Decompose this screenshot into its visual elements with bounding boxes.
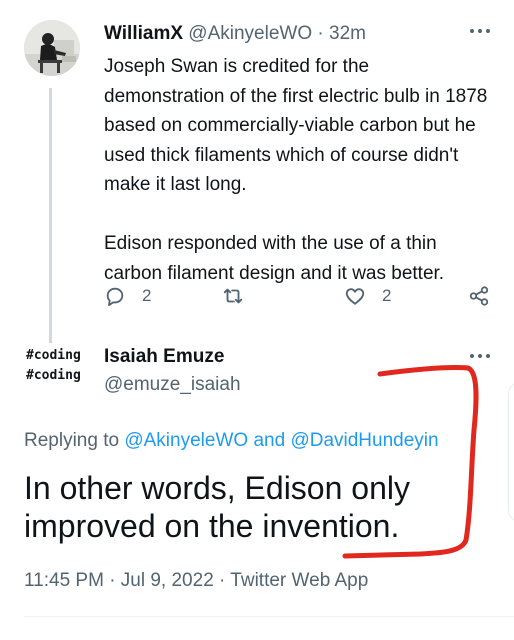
display-name[interactable]: Isaiah Emuze	[104, 344, 224, 370]
avatar[interactable]: #coding #coding	[26, 346, 92, 390]
user-handle[interactable]: @AkinyeleWO	[188, 23, 312, 44]
separator-dot: ·	[317, 23, 324, 44]
retweet-icon	[223, 288, 243, 304]
divider	[24, 616, 514, 617]
reply-to-link[interactable]: @AkinyeleWO	[124, 430, 248, 451]
reply-to-link[interactable]: @DavidHundeyin	[290, 430, 438, 451]
avatar-text: #coding	[26, 368, 81, 383]
reply-icon	[106, 287, 124, 307]
tweet-actions: 2 2	[104, 284, 494, 308]
more-icon[interactable]	[468, 351, 492, 361]
avatar-text: #coding	[26, 348, 81, 363]
thread-connector-line	[49, 88, 52, 343]
user-photo-avatar	[24, 20, 80, 76]
tweet-text: Joseph Swan is credited for the demonstr…	[104, 52, 494, 288]
tweet-meta[interactable]: 11:45 PM · Jul 9, 2022 · Twitter Web App	[24, 568, 368, 594]
display-name[interactable]: WilliamX	[104, 23, 183, 44]
tweet-paragraph: Joseph Swan is credited for the demonstr…	[104, 56, 488, 195]
more-icon[interactable]	[468, 26, 492, 36]
reply-and: and	[253, 430, 286, 451]
avatar[interactable]	[24, 20, 80, 76]
user-handle[interactable]: @emuze_isaiah	[104, 372, 241, 398]
like-count: 2	[382, 286, 392, 305]
like-icon	[345, 288, 365, 305]
replying-prefix: Replying to	[24, 430, 120, 451]
share-button[interactable]	[468, 284, 490, 308]
tweet-text: In other words, Edison only improved on …	[24, 470, 410, 544]
reply-count: 2	[142, 286, 152, 305]
share-icon	[469, 286, 489, 306]
retweet-button[interactable]	[222, 284, 244, 308]
tweet-header: WilliamX @AkinyeleWO · 32m	[104, 21, 366, 47]
replying-to: Replying to @AkinyeleWO and @DavidHundey…	[24, 428, 439, 454]
reply-button[interactable]: 2	[104, 284, 151, 308]
edge-fragment	[508, 382, 514, 522]
tweet-paragraph: Edison responded with the use of a thin …	[104, 233, 445, 284]
like-button[interactable]: 2	[344, 284, 391, 308]
timestamp[interactable]: 32m	[329, 23, 366, 44]
